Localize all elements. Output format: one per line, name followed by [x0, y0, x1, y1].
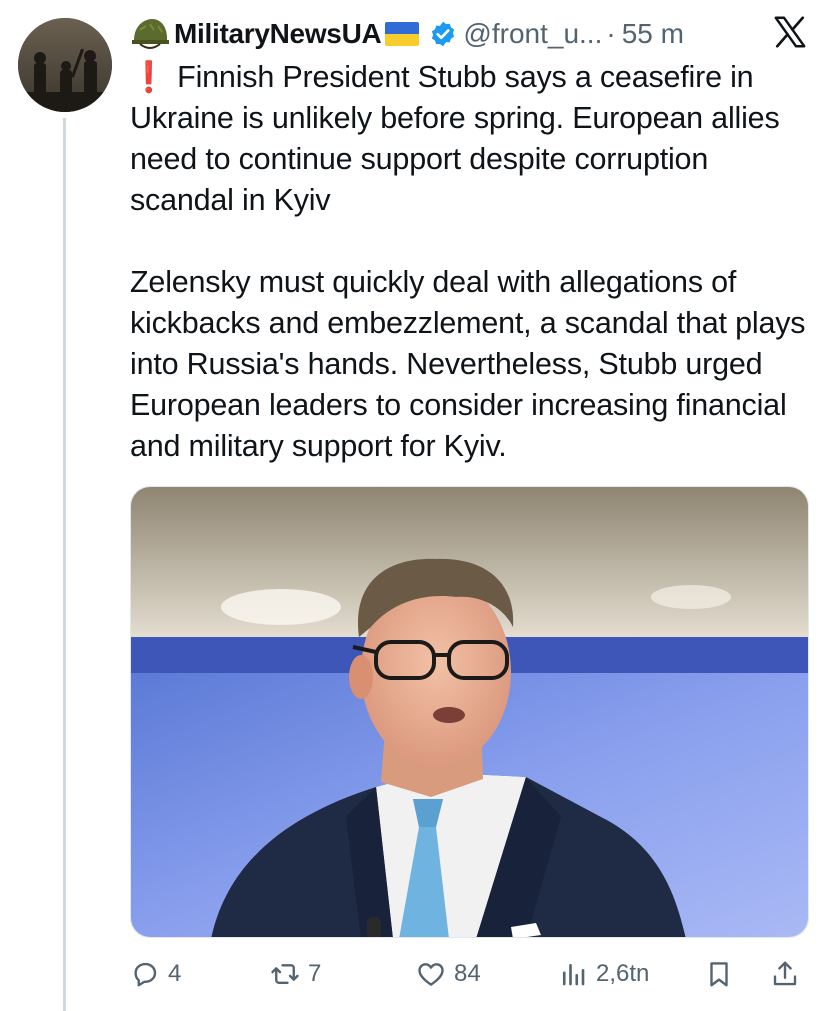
views-button[interactable]: 2,6tn — [558, 952, 649, 996]
author-avatar[interactable] — [18, 18, 112, 112]
share-button[interactable] — [770, 952, 808, 996]
tweet-headline: Finnish President Stubb says a ceasefire… — [130, 60, 780, 217]
bookmark-button[interactable] — [704, 952, 742, 996]
separator-dot: · — [606, 18, 616, 49]
military-helmet-icon — [132, 19, 169, 49]
repost-count: 7 — [308, 960, 322, 987]
views-count: 2,6tn — [596, 960, 650, 987]
tweet-text: ❗ Finnish President Stubb says a ceasefir… — [130, 57, 810, 467]
tweet-paragraph: Zelensky must quickly deal with allegati… — [130, 265, 806, 463]
exclamation-icon: ❗ — [130, 61, 168, 94]
reply-icon — [134, 962, 157, 987]
reply-count: 4 — [168, 960, 182, 987]
verified-badge-icon — [432, 21, 455, 47]
repost-icon — [271, 964, 299, 984]
repost-button[interactable]: 7 — [270, 952, 321, 996]
author-name[interactable]: MilitaryNewsUA — [174, 18, 382, 50]
avatar-image — [18, 18, 112, 112]
tweet-actions: 4 7 84 2,6tn — [130, 952, 810, 996]
photo-image — [131, 487, 808, 937]
bookmark-icon — [710, 962, 728, 987]
thread-line — [63, 118, 66, 1011]
reply-button[interactable]: 4 — [130, 952, 181, 996]
author-handle[interactable]: @front_u... — [463, 18, 602, 50]
like-button[interactable]: 84 — [416, 952, 481, 996]
views-chart-icon — [562, 963, 585, 986]
heart-icon — [418, 963, 444, 986]
timestamp[interactable]: 55 m — [622, 18, 684, 50]
like-count: 84 — [454, 960, 481, 987]
tweet-headline-paragraph: ❗ Finnish President Stubb says a ceasefir… — [130, 57, 810, 221]
ukraine-flag-icon — [385, 22, 420, 46]
tweet-header: MilitaryNewsUA @front_u... · 55 m — [130, 14, 810, 54]
share-icon — [773, 961, 797, 986]
tweet-photo[interactable] — [130, 486, 809, 938]
x-logo-icon — [774, 16, 806, 48]
